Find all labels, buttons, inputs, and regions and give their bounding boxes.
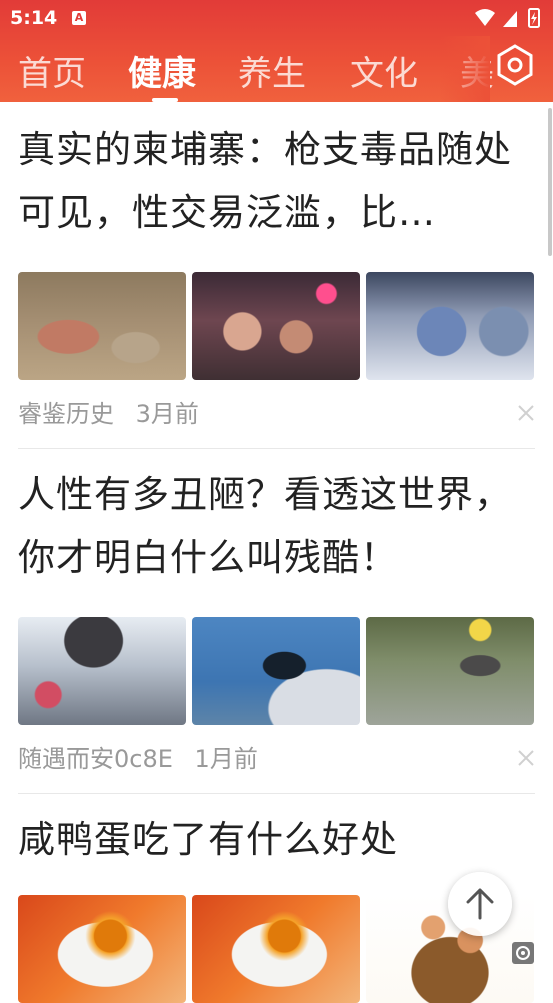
back-to-top-button[interactable] [448,872,512,936]
feedback-icon[interactable] [512,942,534,964]
status-bar: 5:14 A [0,0,553,36]
article-images [18,272,535,380]
article-title[interactable]: 咸鸭蛋吃了有什么好处 [18,794,535,871]
article-card[interactable]: 人性有多丑陋？看透这世界，你才明白什么叫残酷！ 随遇而安0c8E 1月前 [18,449,535,794]
dismiss-icon[interactable] [517,404,535,422]
article-title[interactable]: 真实的柬埔寨：枪支毒品随处可见，性交易泛滥，比… [18,102,535,244]
category-tabs: 首页 健康 养生 文化 美 [0,36,553,102]
news-feed: 真实的柬埔寨：枪支毒品随处可见，性交易泛滥，比… 睿鉴历史 3月前 人性有多丑陋… [0,102,553,1003]
article-source: 随遇而安0c8E [18,745,173,773]
tab-culture[interactable]: 文化 [350,46,418,95]
tab-home[interactable]: 首页 [18,46,86,95]
dismiss-icon[interactable] [517,749,535,767]
children-photo [18,272,186,380]
tab-wellness[interactable]: 养生 [238,46,306,95]
article-time: 1月前 [194,745,258,773]
signal-icon [503,11,517,27]
wifi-icon [475,9,495,26]
salted-egg-photo-2 [192,895,360,1003]
tab-fade [440,36,490,102]
scrollbar[interactable] [548,108,552,256]
article-title[interactable]: 人性有多丑陋？看透这世界，你才明白什么叫残酷！ [18,449,535,589]
status-icons [475,8,540,28]
path-worker-photo [366,617,534,725]
sitting-woman-photo [192,617,360,725]
mountain-photo [18,617,186,725]
status-time: 5:14 [10,7,58,29]
article-card[interactable]: 真实的柬埔寨：枪支毒品随处可见，性交易泛滥，比… 睿鉴历史 3月前 [18,102,535,449]
article-meta: 随遇而安0c8E 1月前 [18,725,535,793]
police-photo [366,272,534,380]
article-images [18,617,535,725]
salted-egg-photo [18,895,186,1003]
notification-icon: A [72,11,86,25]
arrow-up-icon [466,888,494,920]
tab-health[interactable]: 健康 [128,46,196,95]
app-header: 5:14 A 首页 健康 养生 文化 美 [0,0,553,102]
article-meta: 睿鉴历史 3月前 [18,380,535,448]
article-source: 睿鉴历史 [18,400,114,428]
street-women-photo [192,272,360,380]
article-time: 3月前 [135,400,199,428]
settings-icon[interactable] [494,44,536,86]
